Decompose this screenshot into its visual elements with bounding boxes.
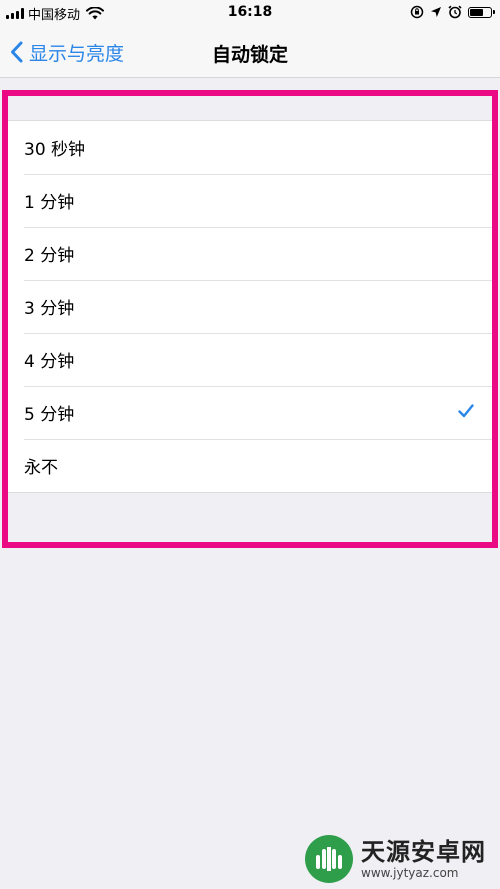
- status-right: [410, 5, 495, 19]
- watermark-text: 天源安卓网 www.jytyaz.com: [361, 838, 486, 880]
- option-1-minute[interactable]: 1 分钟: [8, 174, 492, 227]
- option-label: 4 分钟: [24, 352, 75, 372]
- checkmark-icon: [458, 404, 474, 418]
- option-label: 3 分钟: [24, 299, 75, 319]
- watermark-url: www.jytyaz.com: [361, 866, 459, 880]
- option-never[interactable]: 永不: [8, 439, 492, 492]
- option-30-seconds[interactable]: 30 秒钟: [8, 121, 492, 174]
- option-3-minutes[interactable]: 3 分钟: [8, 280, 492, 333]
- option-2-minutes[interactable]: 2 分钟: [8, 227, 492, 280]
- option-label: 1 分钟: [24, 193, 75, 213]
- auto-lock-options: 30 秒钟 1 分钟 2 分钟 3 分钟 4 分钟 5 分钟 永不: [8, 120, 492, 493]
- orientation-lock-icon: [410, 5, 424, 19]
- option-label: 2 分钟: [24, 246, 75, 266]
- nav-bar: 显示与亮度 自动锁定: [0, 28, 500, 78]
- watermark-name: 天源安卓网: [361, 838, 486, 866]
- option-4-minutes[interactable]: 4 分钟: [8, 333, 492, 386]
- status-bar: 中国移动 16:18: [0, 0, 500, 28]
- option-5-minutes[interactable]: 5 分钟: [8, 386, 492, 439]
- watermark: 天源安卓网 www.jytyaz.com: [305, 832, 495, 886]
- location-arrow-icon: [431, 7, 441, 17]
- android-logo-icon: [305, 835, 353, 883]
- option-label: 永不: [24, 458, 58, 478]
- option-label: 5 分钟: [24, 405, 75, 425]
- option-label: 30 秒钟: [24, 140, 86, 160]
- page-title: 自动锁定: [211, 44, 288, 66]
- battery-icon: [468, 6, 495, 18]
- alarm-icon: [448, 5, 462, 19]
